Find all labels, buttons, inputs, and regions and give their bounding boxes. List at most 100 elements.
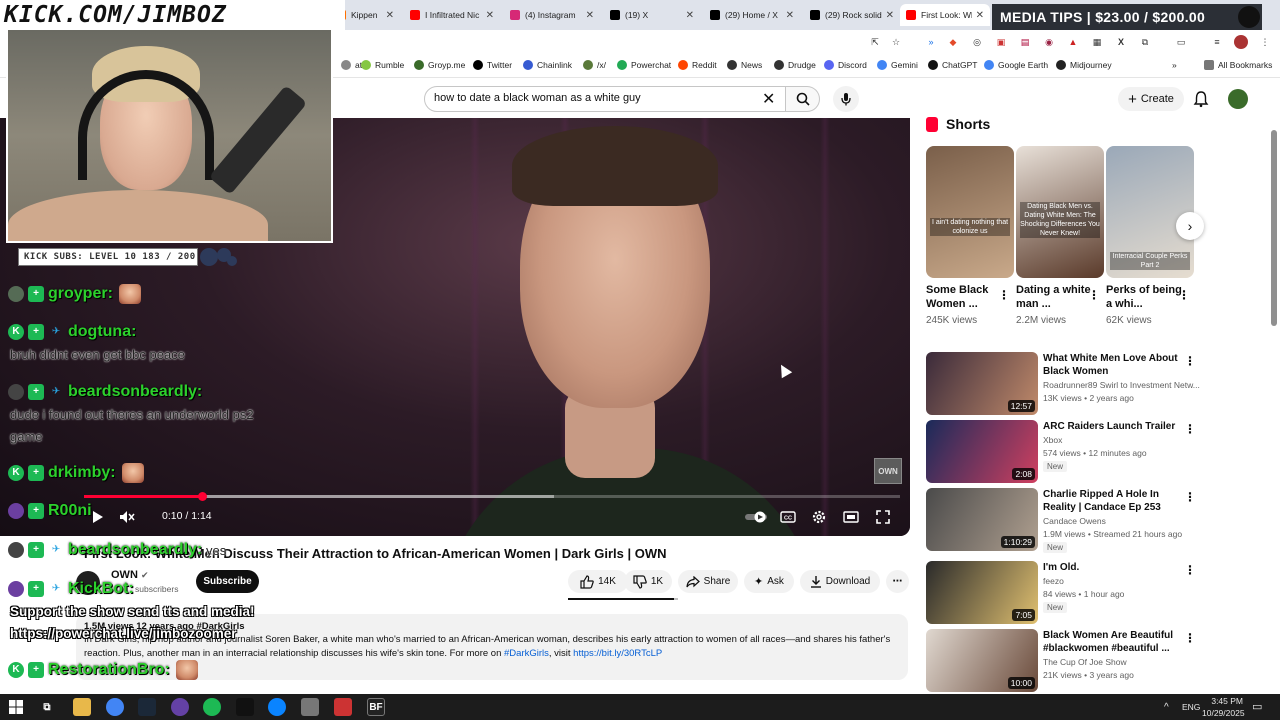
bookmark-item[interactable]: Rumble (361, 60, 404, 70)
autoplay-toggle[interactable] (744, 510, 770, 524)
bookmark-item[interactable]: Twitter (473, 60, 512, 70)
messenger-icon[interactable] (268, 698, 286, 716)
app-icon[interactable]: BF (367, 698, 385, 716)
ask-button[interactable]: ✦ Ask (744, 570, 794, 593)
clock-date[interactable]: 10/29/2025 (1202, 708, 1245, 718)
tab-close-icon[interactable]: ✕ (786, 10, 794, 21)
spotify-icon[interactable] (203, 698, 221, 716)
notifications-bell-icon[interactable] (1192, 90, 1210, 108)
extension-icon[interactable]: ◎ (970, 35, 984, 49)
video-thumbnail[interactable]: 1:10:29 (926, 488, 1038, 551)
notifications-icon[interactable]: ▭ (1252, 700, 1262, 713)
tray-chevron-icon[interactable]: ^ (1164, 702, 1169, 713)
video-title[interactable]: ARC Raiders Launch Trailer (1043, 420, 1191, 433)
tab-close-icon[interactable]: ✕ (976, 10, 984, 21)
video-thumbnail[interactable]: 10:00 (926, 629, 1038, 692)
bookmark-item[interactable]: Drudge (774, 60, 816, 70)
bookmark-star-icon[interactable]: ☆ (889, 35, 903, 49)
video-title[interactable]: Charlie Ripped A Hole In Reality | Canda… (1043, 488, 1191, 514)
browser-tab[interactable]: (19) X ✕ (604, 4, 700, 26)
extension-icon[interactable]: ▦ (1090, 35, 1104, 49)
bookmark-item[interactable]: Chainlink (523, 60, 572, 70)
video-menu-icon[interactable]: ⋮ (1184, 490, 1196, 504)
bookmark-item[interactable]: Discord (824, 60, 867, 70)
menu-kebab-icon[interactable]: ⋮ (1258, 35, 1272, 49)
bookmark-item[interactable]: News (727, 60, 762, 70)
recommended-video[interactable]: 2:08 ARC Raiders Launch Trailer Xbox 574 vi… (926, 420, 1206, 484)
obs-icon[interactable] (171, 698, 189, 716)
short-menu-icon[interactable]: ⋮ (1088, 288, 1100, 302)
bookmark-item[interactable]: Groyp.me (414, 60, 465, 70)
recommended-video[interactable]: 1:10:29 Charlie Ripped A Hole In Reality … (926, 488, 1206, 553)
browser-tab[interactable]: (29) Rock solid ✕ (804, 4, 900, 26)
side-panel-icon[interactable]: ▭ (1174, 35, 1188, 49)
browser-tab[interactable]: I Infiltrated Nic ✕ (404, 4, 500, 26)
browser-tab[interactable]: (29) Home / X ✕ (704, 4, 800, 26)
clock-time[interactable]: 3:45 PM (1209, 696, 1243, 706)
short-title[interactable]: Some Black Women ... (926, 283, 1006, 311)
share-button[interactable]: Share (678, 570, 738, 593)
short-thumbnail[interactable]: I ain't dating nothing that colonize us (926, 146, 1014, 278)
extension-icon[interactable]: ◉ (1042, 35, 1056, 49)
app-icon[interactable] (334, 698, 352, 716)
video-menu-icon[interactable]: ⋮ (1184, 354, 1196, 368)
extensions-puzzle-icon[interactable]: ⧉ (1138, 35, 1152, 49)
more-actions-button[interactable]: ⋯ (886, 570, 909, 593)
video-thumbnail[interactable]: 12:57 (926, 352, 1038, 415)
tab-close-icon[interactable]: ✕ (386, 10, 394, 21)
browser-tab[interactable]: (4) Instagram ✕ (504, 4, 600, 26)
bookmark-item[interactable]: /x/ (583, 60, 606, 70)
like-button[interactable]: 14K (568, 570, 628, 593)
account-avatar[interactable] (1228, 89, 1248, 109)
captions-button[interactable]: CC (779, 509, 797, 525)
video-menu-icon[interactable]: ⋮ (1184, 422, 1196, 436)
extension-icon[interactable]: ▣ (994, 35, 1008, 49)
dislike-button[interactable]: 1K (624, 570, 672, 593)
video-title[interactable]: What White Men Love About Black Women (1043, 352, 1191, 378)
bookmark-item[interactable]: Google Earth (984, 60, 1048, 70)
extension-icon[interactable]: » (924, 35, 938, 49)
tab-close-icon[interactable]: ✕ (686, 10, 694, 21)
video-thumbnail[interactable]: 2:08 (926, 420, 1038, 483)
clear-search-icon[interactable]: ✕ (762, 89, 775, 109)
mute-button[interactable] (118, 509, 136, 525)
extension-icon[interactable]: ▤ (1018, 35, 1032, 49)
tab-close-icon[interactable]: ✕ (886, 10, 894, 21)
video-menu-icon[interactable]: ⋮ (1184, 631, 1196, 645)
short-thumbnail[interactable]: Interracial Couple Perks Part 2 (1106, 146, 1194, 278)
subscribe-button[interactable]: Subscribe (196, 570, 259, 593)
file-explorer-icon[interactable] (73, 698, 91, 716)
terminal-icon[interactable] (236, 698, 254, 716)
tab-close-icon[interactable]: ✕ (486, 10, 494, 21)
scrollbar-thumb[interactable] (1271, 130, 1277, 326)
recommended-video[interactable]: 10:00 Black Women Are Beautiful #blackwom… (926, 629, 1206, 693)
video-channel[interactable]: feezo (1043, 576, 1064, 586)
bookmark-item[interactable]: Reddit (678, 60, 717, 70)
bookmark-item[interactable]: Powerchat (617, 60, 671, 70)
extension-icon[interactable]: ▲ (1066, 35, 1080, 49)
recommended-video[interactable]: 7:05 I'm Old. feezo 84 views • 1 hour ago Ne… (926, 561, 1206, 625)
video-channel[interactable]: The Cup Of Joe Show (1043, 657, 1127, 667)
chrome-icon[interactable] (106, 698, 124, 716)
tab-close-icon[interactable]: ✕ (586, 10, 594, 21)
play-button[interactable] (90, 509, 106, 525)
video-channel[interactable]: Roadrunner89 Swirl to Investment Netw... (1043, 380, 1200, 390)
bookmark-item[interactable]: at (341, 60, 362, 70)
app-icon[interactable] (301, 698, 319, 716)
video-title[interactable]: I'm Old. (1043, 561, 1191, 574)
short-menu-icon[interactable]: ⋮ (998, 288, 1010, 302)
video-menu-icon[interactable]: ⋮ (1184, 563, 1196, 577)
windows-start-icon[interactable] (7, 698, 25, 716)
steam-icon[interactable] (138, 698, 156, 716)
external-link[interactable]: https://bit.ly/30RTcLP (573, 648, 662, 659)
download-button[interactable]: Download (800, 570, 880, 593)
extension-icon[interactable]: ◆ (946, 35, 960, 49)
short-title[interactable]: Dating a white man ... (1016, 283, 1096, 311)
recommended-video[interactable]: 12:57 What White Men Love About Black Wom… (926, 352, 1206, 416)
video-thumbnail[interactable]: 7:05 (926, 561, 1038, 624)
x-extension-icon[interactable]: X (1114, 35, 1128, 49)
bookmarks-overflow-icon[interactable]: » (1172, 60, 1177, 70)
video-title[interactable]: Black Women Are Beautiful #blackwomen #b… (1043, 629, 1191, 655)
settings-button[interactable] (810, 509, 828, 525)
voice-search-button[interactable] (833, 86, 859, 112)
